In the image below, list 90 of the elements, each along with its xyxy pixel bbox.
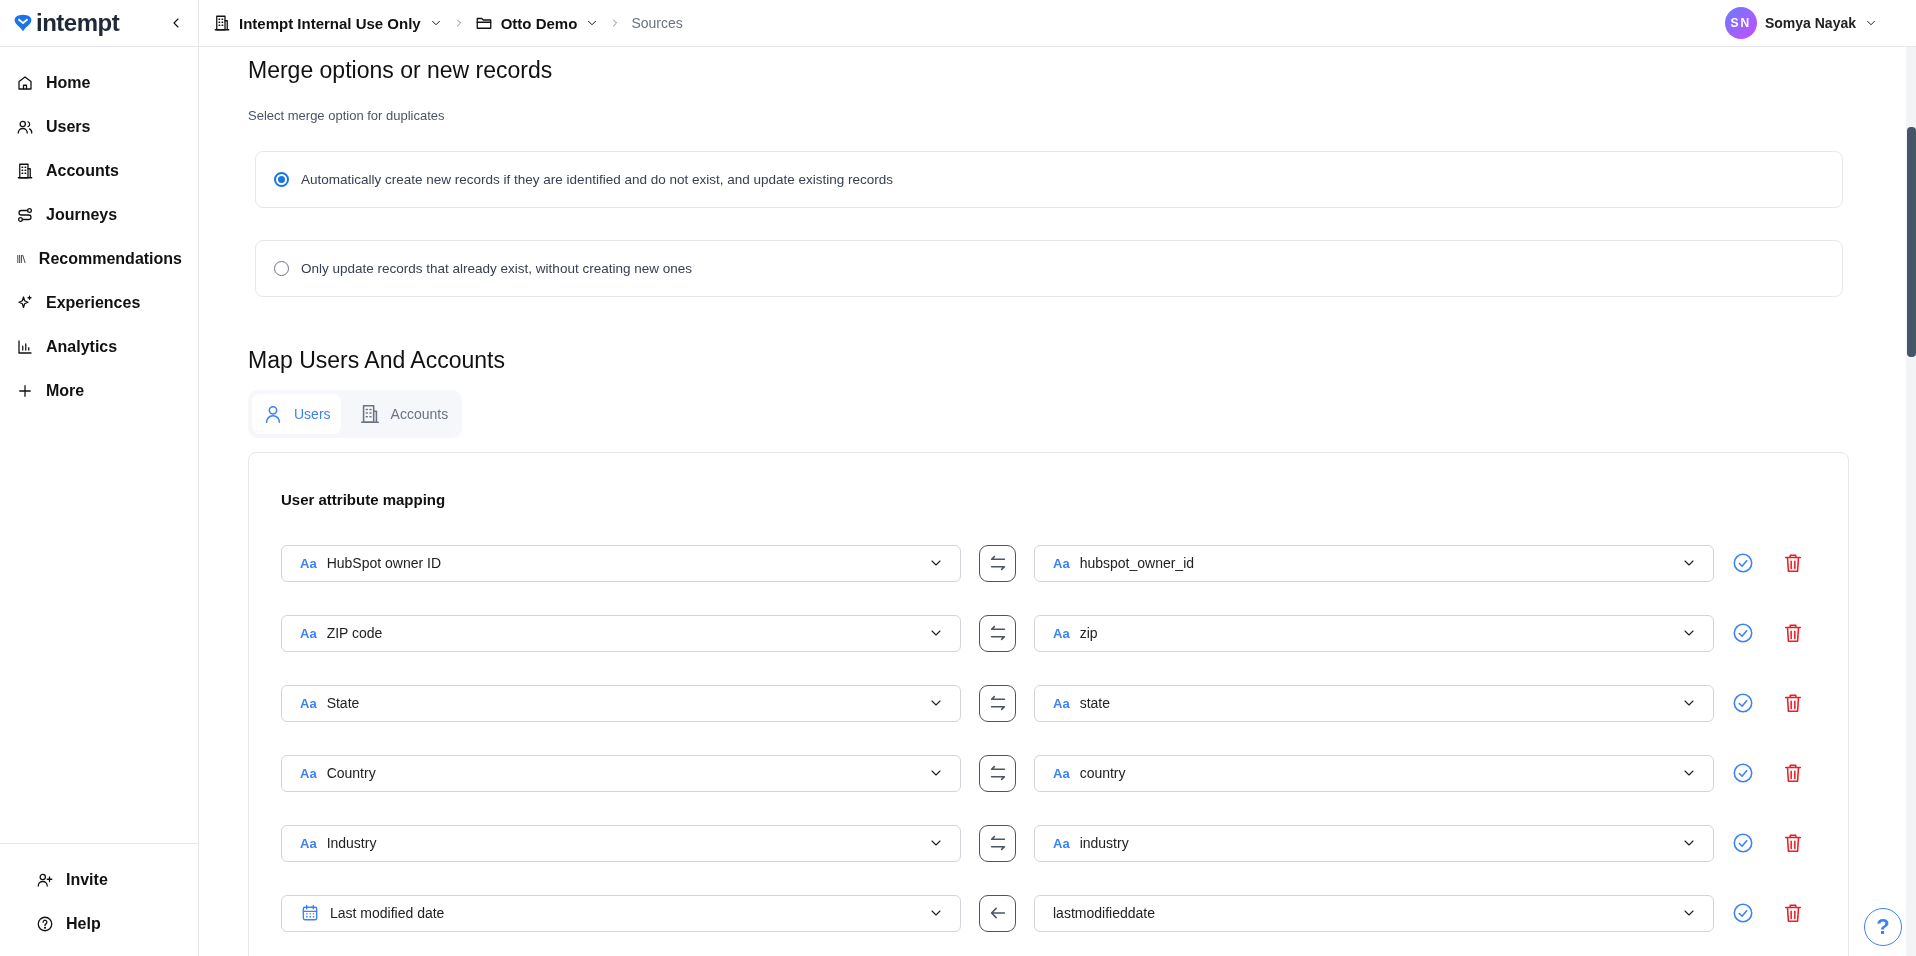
delete-button[interactable]: [1782, 552, 1804, 574]
scrollbar[interactable]: [1906, 47, 1916, 956]
user-avatar: SN: [1724, 7, 1757, 39]
trash-icon: [1782, 692, 1804, 714]
delete-button[interactable]: [1782, 902, 1804, 924]
breadcrumb-item[interactable]: Sources: [631, 15, 683, 31]
attribute-dropdown[interactable]: Aa hubspot_owner_id: [1034, 544, 1714, 582]
check-circle-icon: [1732, 622, 1754, 644]
trash-icon: [1782, 902, 1804, 924]
sidebar-item[interactable]: Users: [0, 105, 198, 149]
merge-option[interactable]: Only update records that already exist, without creating new ones: [255, 240, 1843, 297]
sidebar-item[interactable]: Experiences: [0, 281, 198, 325]
route-icon: [16, 206, 34, 224]
attribute-dropdown[interactable]: Aa Country: [281, 754, 961, 792]
direction-button[interactable]: [979, 894, 1016, 932]
user-plus-icon: [36, 871, 54, 889]
sidebar-item[interactable]: Recommendations: [0, 237, 198, 281]
sidebar-item[interactable]: Home: [0, 61, 198, 105]
text-type-icon: Aa: [300, 765, 317, 781]
sidebar-item[interactable]: Invite: [20, 858, 124, 902]
merge-option[interactable]: Automatically create new records if they are identified and do not exist, and update existing records: [255, 151, 1843, 208]
building-icon: [213, 14, 231, 32]
confirm-button[interactable]: [1732, 902, 1754, 924]
building-icon: [16, 162, 34, 180]
trash-icon: [1782, 622, 1804, 644]
plus-icon: [16, 382, 34, 400]
bar-chart-icon: [16, 338, 34, 356]
section-subtitle: Select merge option for duplicates: [248, 108, 446, 123]
text-type-icon: Aa: [1053, 765, 1070, 781]
text-type-icon: Aa: [1053, 695, 1070, 711]
direction-button[interactable]: [979, 684, 1016, 722]
attribute-dropdown[interactable]: Aa ZIP code: [281, 614, 961, 652]
confirm-button[interactable]: [1732, 692, 1754, 714]
check-circle-icon: [1732, 692, 1754, 714]
check-circle-icon: [1732, 902, 1754, 924]
attribute-dropdown[interactable]: lastmodifieddate: [1034, 894, 1714, 932]
attribute-dropdown[interactable]: Aa industry: [1034, 824, 1714, 862]
delete-button[interactable]: [1782, 622, 1804, 644]
text-type-icon: Aa: [1053, 625, 1070, 641]
attribute-dropdown[interactable]: Aa Industry: [281, 824, 961, 862]
home-icon: [16, 74, 34, 92]
tab[interactable]: Accounts: [348, 394, 459, 434]
text-type-icon: Aa: [1053, 835, 1070, 851]
direction-button[interactable]: [979, 824, 1016, 862]
sidebar-item[interactable]: Analytics: [0, 325, 198, 369]
check-circle-icon: [1732, 762, 1754, 784]
confirm-button[interactable]: [1732, 762, 1754, 784]
confirm-button[interactable]: [1732, 552, 1754, 574]
attribute-dropdown[interactable]: Aa HubSpot owner ID: [281, 544, 961, 582]
building-icon: [358, 403, 381, 425]
intempt-logo: intempt: [12, 9, 120, 37]
sidebar-item[interactable]: Help: [20, 902, 117, 946]
radio-button[interactable]: [274, 172, 289, 187]
confirm-button[interactable]: [1732, 622, 1754, 644]
help-icon: [36, 915, 54, 933]
trash-icon: [1782, 552, 1804, 574]
attribute-dropdown[interactable]: Aa state: [1034, 684, 1714, 722]
check-circle-icon: [1732, 832, 1754, 854]
delete-button[interactable]: [1782, 692, 1804, 714]
confirm-button[interactable]: [1732, 832, 1754, 854]
text-type-icon: Aa: [300, 555, 317, 571]
sidebar-item[interactable]: Journeys: [0, 193, 198, 237]
help-button[interactable]: ?: [1864, 908, 1902, 946]
attribute-dropdown[interactable]: Aa country: [1034, 754, 1714, 792]
text-type-icon: Aa: [1053, 555, 1070, 571]
attribute-dropdown[interactable]: Last modified date: [281, 894, 961, 932]
trash-icon: [1782, 762, 1804, 784]
trash-icon: [1782, 832, 1804, 854]
text-type-icon: Aa: [300, 695, 317, 711]
section-title: Map Users And Accounts: [248, 347, 506, 374]
breadcrumb-item[interactable]: Intempt Internal Use Only: [213, 14, 443, 32]
breadcrumb-item[interactable]: Otto Demo: [474, 14, 600, 32]
card-title: User attribute mapping: [281, 491, 447, 508]
check-circle-icon: [1732, 552, 1754, 574]
direction-button[interactable]: [979, 614, 1016, 652]
text-type-icon: Aa: [300, 835, 317, 851]
calendar-icon: [300, 903, 320, 923]
section-title: Merge options or new records: [248, 57, 554, 84]
users-icon: [16, 118, 34, 136]
direction-button[interactable]: [979, 544, 1016, 582]
user-menu[interactable]: SN Somya Nayak: [1718, 6, 1884, 40]
direction-button[interactable]: [979, 754, 1016, 792]
tab[interactable]: Users: [252, 394, 341, 434]
attribute-dropdown[interactable]: Aa zip: [1034, 614, 1714, 652]
text-type-icon: Aa: [300, 625, 317, 641]
sidebar-item[interactable]: More: [0, 369, 198, 413]
sidebar-item[interactable]: Accounts: [0, 149, 198, 193]
delete-button[interactable]: [1782, 762, 1804, 784]
attribute-dropdown[interactable]: Aa State: [281, 684, 961, 722]
delete-button[interactable]: [1782, 832, 1804, 854]
